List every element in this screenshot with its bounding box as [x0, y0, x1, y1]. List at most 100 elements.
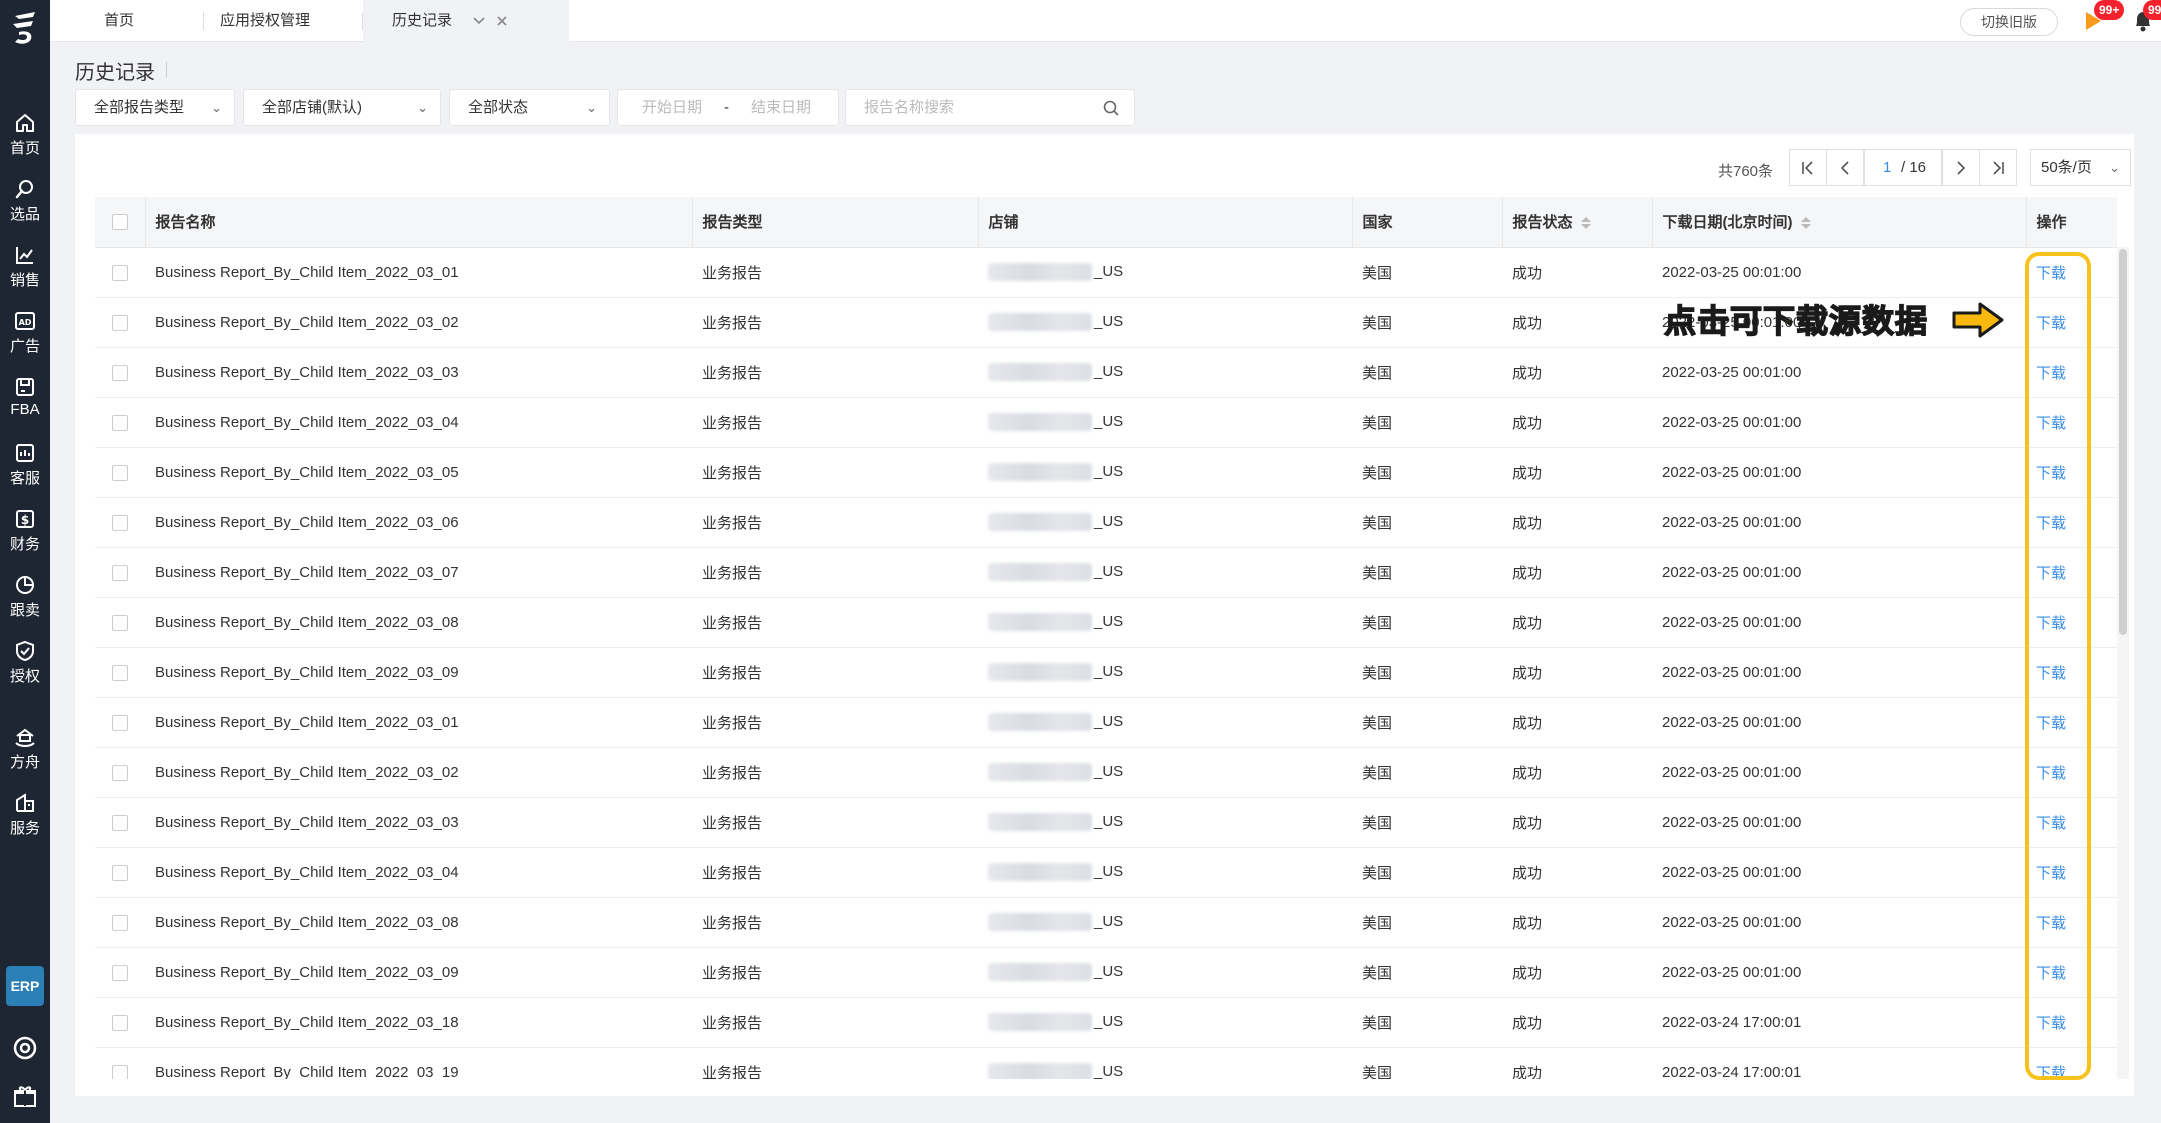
store-suffix: _US — [1094, 1012, 1124, 1030]
report-name-search[interactable] — [845, 89, 1135, 126]
current-page-input[interactable]: 1 — [1883, 150, 1891, 185]
sidebar-item-ads[interactable]: AD 广告 — [0, 302, 50, 362]
country-cell: 美国 — [1352, 597, 1502, 648]
row-checkbox[interactable] — [112, 414, 128, 431]
vertical-scrollbar[interactable] — [2117, 247, 2129, 1079]
column-header-status[interactable]: 报告状态 — [1502, 197, 1653, 248]
sidebar-item-label: 方舟 — [9, 754, 40, 771]
tab-history[interactable]: 历史记录 — [363, 0, 569, 42]
sidebar-item-ark[interactable]: 方舟 — [0, 718, 50, 778]
download-date-cell: 2022-03-24 17:00:01 — [1652, 997, 2026, 1048]
row-checkbox[interactable] — [112, 364, 128, 381]
download-date-cell: 2022-03-25 00:01:00 — [1652, 847, 2026, 898]
start-date-input[interactable]: 开始日期 — [642, 90, 702, 125]
report-type-cell: 业务报告 — [692, 1047, 978, 1079]
sidebar-item-selection[interactable]: 选品 — [0, 170, 50, 230]
column-header-type: 报告类型 — [692, 197, 979, 248]
row-checkbox[interactable] — [112, 664, 128, 681]
row-checkbox[interactable] — [112, 264, 128, 281]
row-checkbox[interactable] — [112, 914, 128, 931]
warehouse-icon — [16, 378, 34, 396]
search-icon[interactable] — [1102, 99, 1120, 117]
sidebar-item-service[interactable]: 客服 — [0, 434, 50, 494]
table-row: Business Report_By_Child Item_2022_03_18… — [95, 997, 2117, 1048]
store-cell: _US — [978, 1047, 1352, 1079]
row-select-cell — [95, 447, 145, 498]
status-cell: 成功 — [1502, 997, 1652, 1048]
download-date-cell: 2022-03-24 17:00:01 — [1652, 1047, 2026, 1079]
store-suffix: _US — [1094, 512, 1124, 530]
first-page-button[interactable] — [1789, 149, 1827, 186]
report-name-cell: Business Report_By_Child Item_2022_03_09 — [145, 947, 692, 998]
date-range-picker[interactable]: 开始日期 - 结束日期 — [617, 89, 839, 126]
gift-icon[interactable] — [12, 1083, 38, 1109]
sidebar-item-label: 广告 — [9, 338, 40, 355]
end-date-input[interactable]: 结束日期 — [751, 90, 811, 125]
store-select[interactable]: 全部店铺(默认) ⌄ — [243, 89, 441, 126]
svg-text:$: $ — [21, 513, 29, 527]
sidebar-item-fba[interactable]: FBA — [0, 368, 50, 428]
chevron-down-icon: ⌄ — [417, 100, 428, 115]
redacted-store-name — [988, 863, 1092, 882]
support-icon[interactable] — [12, 1035, 38, 1061]
row-checkbox[interactable] — [112, 714, 128, 731]
sidebar-item-label: FBA — [10, 401, 40, 418]
switch-old-version-button[interactable]: 切换旧版 — [1960, 8, 2058, 36]
column-header-date[interactable]: 下载日期(北京时间) — [1652, 197, 2027, 248]
tab-home[interactable]: 首页 — [104, 0, 134, 42]
sort-icon[interactable] — [1800, 217, 1811, 230]
status-select[interactable]: 全部状态 ⌄ — [449, 89, 610, 126]
table-row: Business Report_By_Child Item_2022_03_19… — [95, 1047, 2117, 1079]
column-header-name: 报告名称 — [145, 197, 693, 248]
row-checkbox[interactable] — [112, 1064, 128, 1079]
row-checkbox[interactable] — [112, 464, 128, 481]
sidebar-item-label: 授权 — [9, 668, 40, 685]
sidebar-item-services[interactable]: 服务 — [0, 784, 50, 844]
close-icon[interactable] — [496, 15, 508, 27]
redacted-store-name — [988, 313, 1092, 332]
row-checkbox[interactable] — [112, 964, 128, 981]
report-type-select[interactable]: 全部报告类型 ⌄ — [75, 89, 235, 126]
table-row: Business Report_By_Child Item_2022_03_08… — [95, 897, 2117, 948]
sidebar-item-sales[interactable]: 销售 — [0, 236, 50, 296]
row-checkbox[interactable] — [112, 864, 128, 881]
table-row: Business Report_By_Child Item_2022_03_04… — [95, 397, 2117, 448]
row-checkbox[interactable] — [112, 614, 128, 631]
store-cell: _US — [978, 697, 1352, 748]
chevron-down-icon[interactable] — [473, 16, 485, 26]
download-date-cell: 2022-03-25 00:01:00 — [1652, 897, 2026, 948]
sidebar-item-finance[interactable]: $ 财务 — [0, 500, 50, 560]
sort-icon[interactable] — [1580, 217, 1591, 230]
row-checkbox[interactable] — [112, 814, 128, 831]
report-type-cell: 业务报告 — [692, 547, 978, 598]
country-cell: 美国 — [1352, 797, 1502, 848]
row-checkbox[interactable] — [112, 314, 128, 331]
select-all-checkbox[interactable] — [111, 214, 128, 231]
sidebar-item-follow-sell[interactable]: 跟卖 — [0, 566, 50, 626]
sidebar-item-auth[interactable]: 授权 — [0, 632, 50, 692]
row-checkbox[interactable] — [112, 564, 128, 581]
next-page-button[interactable] — [1942, 149, 1980, 186]
row-select-cell — [95, 647, 145, 698]
report-name-cell: Business Report_By_Child Item_2022_03_19 — [145, 1047, 692, 1079]
search-input[interactable] — [864, 90, 1094, 125]
sidebar-item-label: 销售 — [9, 272, 40, 289]
app-logo-icon[interactable] — [9, 8, 41, 48]
tab-app-auth[interactable]: 应用授权管理 — [220, 0, 310, 42]
store-suffix: _US — [1094, 912, 1124, 930]
prev-page-button[interactable] — [1826, 149, 1864, 186]
row-checkbox[interactable] — [112, 1014, 128, 1031]
scrollbar-thumb[interactable] — [2119, 249, 2127, 635]
row-select-cell — [95, 547, 145, 598]
row-select-cell — [95, 747, 145, 798]
country-cell: 美国 — [1352, 397, 1502, 448]
total-count: 共760条 — [1718, 163, 1774, 180]
download-date-cell: 2022-03-25 00:01:00 — [1652, 547, 2026, 598]
erp-button[interactable]: ERP — [6, 966, 44, 1006]
download-date-cell: 2022-03-25 00:01:00 — [1652, 347, 2026, 398]
page-size-select[interactable]: 50条/页 ⌄ — [2030, 149, 2131, 186]
last-page-button[interactable] — [1979, 149, 2017, 186]
row-checkbox[interactable] — [112, 514, 128, 531]
sidebar-item-home[interactable]: 首页 — [0, 104, 50, 164]
row-checkbox[interactable] — [112, 764, 128, 781]
